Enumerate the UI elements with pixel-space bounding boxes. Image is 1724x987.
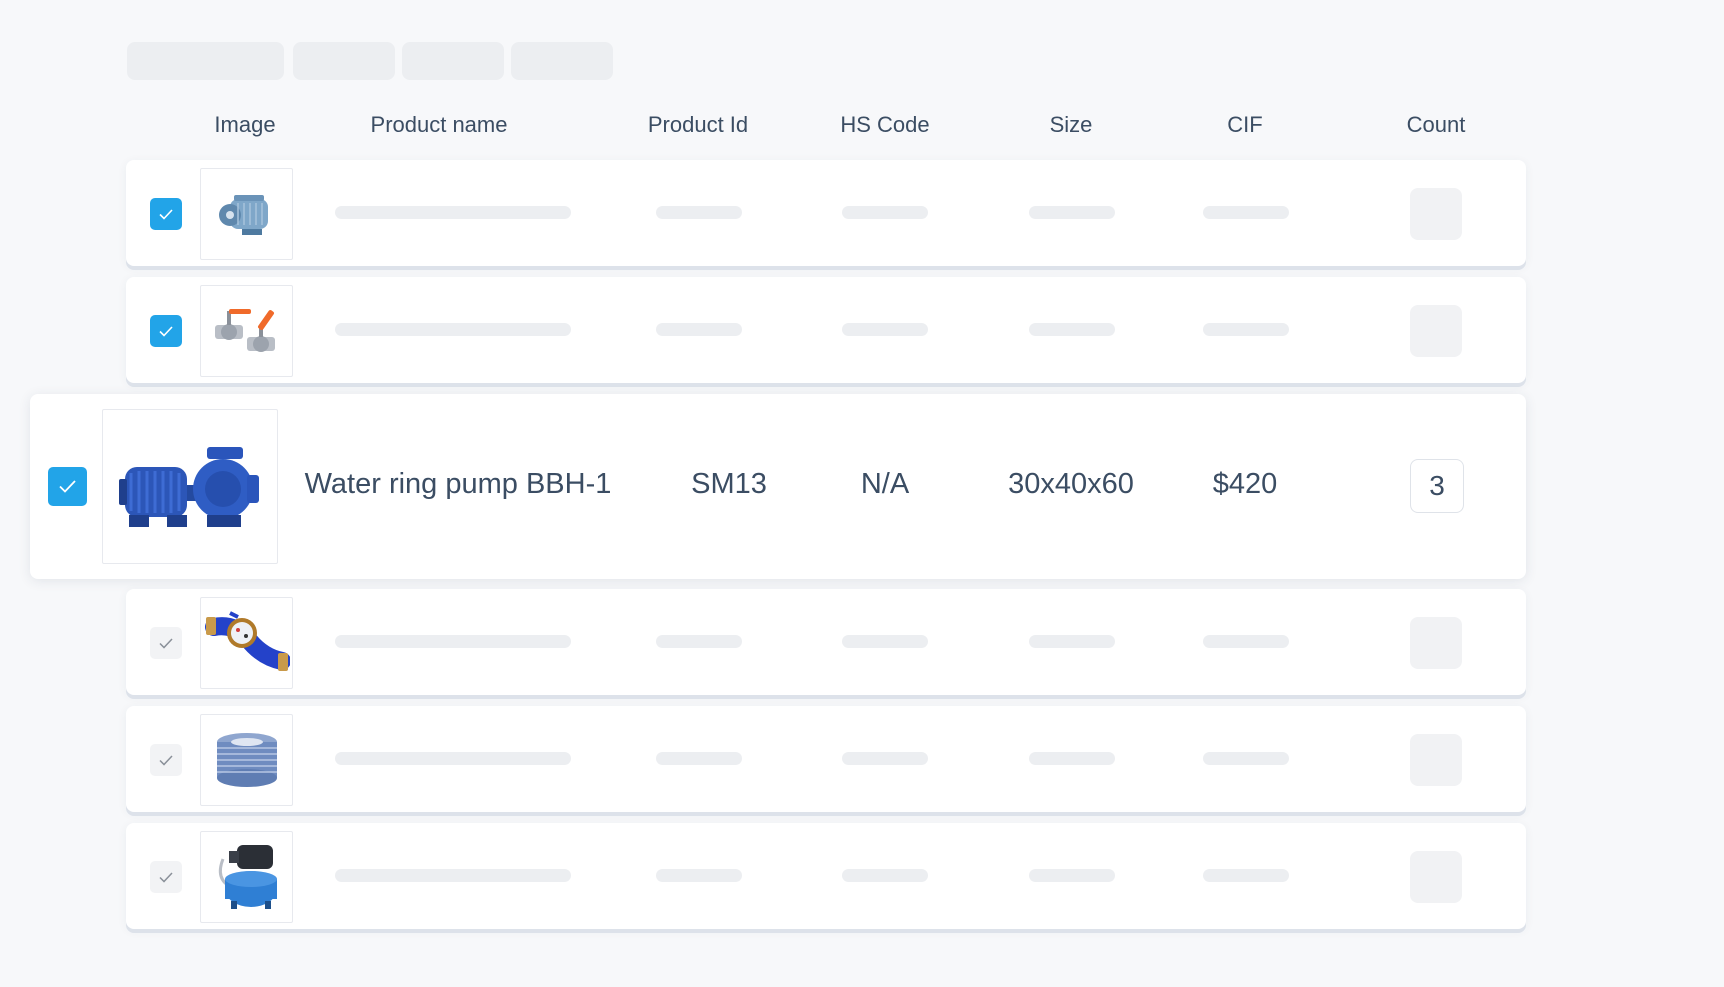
column-header-product-id[interactable]: Product Id — [648, 112, 748, 138]
filter-pill-placeholder[interactable] — [402, 42, 504, 80]
row-checkbox[interactable] — [48, 467, 87, 506]
row-checkbox[interactable] — [150, 744, 182, 776]
hs-code-placeholder — [842, 323, 928, 336]
count-input[interactable] — [1410, 188, 1462, 240]
ball-valve-icon — [214, 309, 275, 352]
water-ring-pump-icon — [119, 446, 259, 527]
filter-pill-placeholder[interactable] — [293, 42, 395, 80]
count-input[interactable] — [1410, 734, 1462, 786]
cif-placeholder — [1203, 869, 1289, 882]
row-checkbox[interactable] — [150, 627, 182, 659]
product-id-cell: SM13 — [691, 468, 767, 500]
product-name-placeholder — [335, 323, 571, 336]
cif-placeholder — [1203, 635, 1289, 648]
size-placeholder — [1029, 635, 1115, 648]
table-row[interactable] — [126, 706, 1526, 812]
column-header-cif[interactable]: CIF — [1227, 112, 1262, 138]
column-header-hs-code[interactable]: HS Code — [840, 112, 929, 138]
electric-motor-icon — [218, 195, 268, 235]
product-name-placeholder — [335, 635, 571, 648]
checkmark-icon — [159, 871, 173, 883]
product-id-placeholder — [656, 635, 742, 648]
product-name-placeholder — [335, 752, 571, 765]
filter-pill-placeholder[interactable] — [127, 42, 284, 80]
cif-placeholder — [1203, 206, 1289, 219]
table-row-highlighted[interactable]: Water ring pump BBH-1 SM13 N/A 30x40x60 … — [30, 394, 1526, 579]
count-input[interactable] — [1410, 851, 1462, 903]
product-id-placeholder — [656, 206, 742, 219]
hs-code-placeholder — [842, 869, 928, 882]
count-input[interactable] — [1410, 305, 1462, 357]
row-checkbox[interactable] — [150, 861, 182, 893]
product-image — [200, 285, 293, 377]
hs-code-placeholder — [842, 752, 928, 765]
table-row[interactable] — [126, 823, 1526, 929]
hose-coil-icon — [216, 733, 277, 787]
cif-placeholder — [1203, 323, 1289, 336]
checkmark-icon — [159, 208, 173, 220]
table-row[interactable] — [126, 277, 1526, 383]
checkmark-icon — [159, 637, 173, 649]
filter-pill-placeholder[interactable] — [511, 42, 613, 80]
count-input[interactable] — [1410, 617, 1462, 669]
cif-cell: $420 — [1212, 468, 1278, 500]
product-image — [200, 168, 293, 260]
product-image — [102, 409, 278, 564]
product-name-cell: Water ring pump BBH-1 — [304, 468, 612, 500]
table-row[interactable] — [126, 160, 1526, 266]
checkmark-icon — [159, 754, 173, 766]
hs-code-cell: N/A — [860, 468, 910, 500]
row-checkbox[interactable] — [150, 315, 182, 347]
size-placeholder — [1029, 869, 1115, 882]
column-header-product-name[interactable]: Product name — [371, 112, 508, 138]
size-cell: 30x40x60 — [1008, 468, 1134, 500]
checkmark-icon — [159, 325, 173, 337]
product-image — [200, 831, 293, 923]
water-meter-icon — [204, 611, 290, 671]
product-selection-panel: Image Product name Product Id HS Code Si… — [0, 0, 1724, 987]
row-checkbox[interactable] — [150, 198, 182, 230]
hs-code-placeholder — [842, 206, 928, 219]
cif-placeholder — [1203, 752, 1289, 765]
column-header-size[interactable]: Size — [1050, 112, 1093, 138]
product-name-placeholder — [335, 206, 571, 219]
table-row[interactable] — [126, 589, 1526, 695]
column-header-count[interactable]: Count — [1407, 112, 1466, 138]
product-id-placeholder — [656, 752, 742, 765]
size-placeholder — [1029, 206, 1115, 219]
size-placeholder — [1029, 752, 1115, 765]
product-image — [200, 597, 293, 689]
product-image — [200, 714, 293, 806]
product-id-placeholder — [656, 323, 742, 336]
checkmark-icon — [59, 480, 76, 493]
pressure-pump-tank-icon — [218, 845, 277, 909]
product-name-placeholder — [335, 869, 571, 882]
column-header-image[interactable]: Image — [214, 112, 275, 138]
count-input[interactable]: 3 — [1410, 459, 1464, 513]
product-id-placeholder — [656, 869, 742, 882]
hs-code-placeholder — [842, 635, 928, 648]
size-placeholder — [1029, 323, 1115, 336]
